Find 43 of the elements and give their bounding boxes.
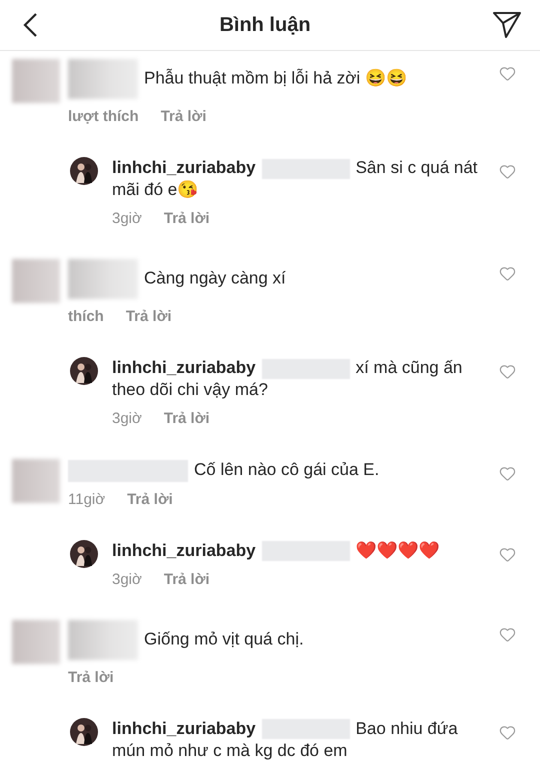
comment-text: Cố lên nào cô gái của E.	[194, 460, 380, 479]
redacted-username	[68, 59, 138, 99]
like-icon[interactable]	[499, 265, 516, 282]
reply-text: linhchi_zuriababy Bao nhiu đứa mún mỏ như c mà kg dc đó em	[112, 718, 459, 762]
reply-text: linhchi_zuriababy Sân si c quá nát mãi đó e😘	[112, 157, 479, 201]
likes-link[interactable]: thích	[68, 307, 104, 327]
redacted-avatar	[12, 620, 60, 664]
reply-text: linhchi_zuriababy ❤❤❤❤	[112, 540, 441, 562]
redacted-avatar	[12, 459, 60, 503]
redacted-avatar	[12, 59, 60, 103]
send-icon[interactable]	[492, 11, 522, 39]
like-icon[interactable]	[499, 65, 516, 82]
comment-text: Càng ngày càng xí	[144, 268, 286, 288]
comment-time: 3giờ	[112, 570, 142, 590]
reply-link[interactable]: Trả lời	[164, 209, 210, 229]
like-icon[interactable]	[499, 546, 516, 563]
page-title: Bình luận	[219, 14, 311, 36]
avatar-icon[interactable]	[70, 718, 98, 746]
reply-text: linhchi_zuriababy xí mà cũng ấn theo dõi chi vậy má?	[112, 357, 464, 401]
reply-link[interactable]: Trả lời	[127, 490, 173, 510]
likes-link[interactable]: lượt thích	[68, 107, 139, 127]
like-icon[interactable]	[499, 363, 516, 380]
back-icon[interactable]	[22, 12, 38, 38]
comment-text: Phẫu thuật mồm bị lỗi hả zời 😆😆	[144, 68, 407, 88]
like-icon[interactable]	[499, 724, 516, 741]
like-icon[interactable]	[499, 626, 516, 643]
comment-text: Giống mỏ vịt quá chị.	[144, 629, 304, 648]
avatar-icon[interactable]	[70, 157, 98, 185]
comment-time: 3giờ	[112, 209, 142, 229]
redacted-username	[68, 620, 138, 660]
comment-time: 3giờ	[112, 409, 142, 429]
avatar-icon[interactable]	[70, 540, 98, 568]
redacted-username	[68, 259, 138, 299]
reply-link[interactable]: Trả lời	[164, 570, 210, 590]
comment-time: 11giờ	[68, 490, 106, 510]
avatar-icon[interactable]	[70, 357, 98, 385]
like-icon[interactable]	[499, 465, 516, 482]
like-icon[interactable]	[499, 163, 516, 180]
redacted-avatar	[12, 259, 60, 303]
reply-link[interactable]: Trả lời	[68, 668, 114, 688]
reply-link[interactable]: Trả lời	[126, 307, 172, 327]
reply-link[interactable]: Trả lời	[160, 107, 206, 127]
reply-link[interactable]: Trả lời	[164, 409, 210, 429]
